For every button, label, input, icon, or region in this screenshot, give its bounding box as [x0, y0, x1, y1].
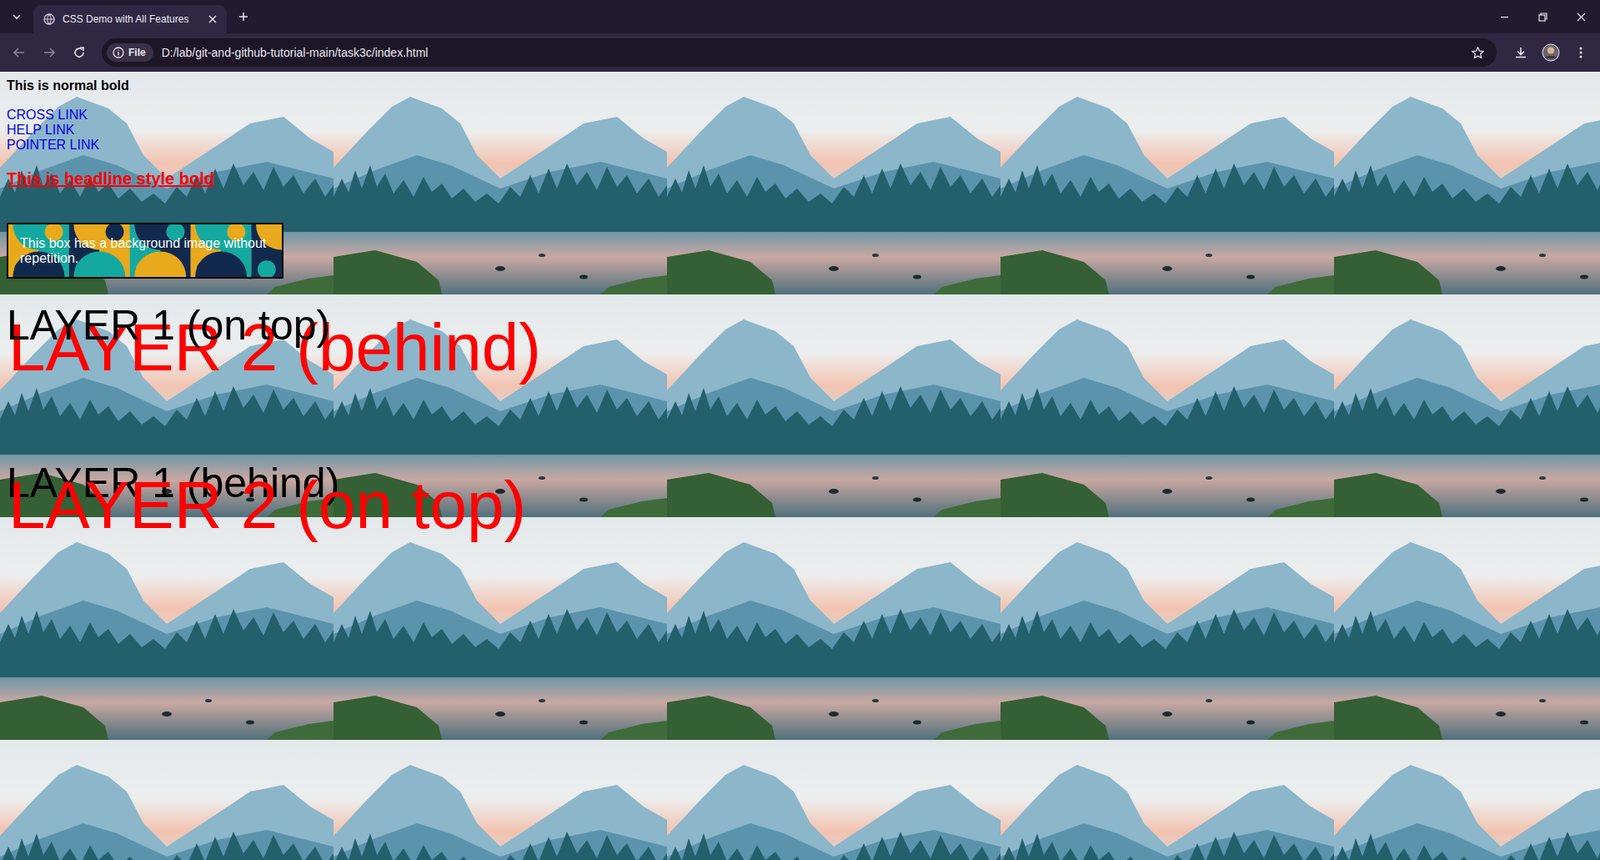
chevron-down-icon [11, 11, 22, 22]
download-icon [1514, 45, 1528, 60]
page-link[interactable]: CROSS LINK [6, 107, 88, 123]
landscape-photo-tile [1000, 71, 1335, 295]
landscape-photo-tile [1000, 516, 1335, 740]
profile-button[interactable] [1536, 38, 1565, 67]
page-content: This is normal bold CROSS LINKHELP LINKPO… [0, 71, 1600, 601]
normal-bold-text: This is normal bold [6, 78, 1594, 94]
box-text: This box has a background image without … [20, 235, 271, 266]
landscape-photo-tile [1334, 739, 1600, 860]
landscape-photo-tile [1334, 71, 1600, 295]
landscape-photo-tile [1334, 516, 1600, 740]
star-icon[interactable] [1470, 45, 1485, 61]
close-tab-icon[interactable] [208, 15, 217, 24]
plus-icon [238, 11, 249, 22]
landscape-photo-tile [333, 516, 668, 740]
browser-tab[interactable]: CSS Demo with All Features [33, 5, 227, 34]
landscape-photo-tile [667, 294, 1001, 517]
landscape-photo-tile [667, 71, 1001, 295]
layer-text: LAYER 2 (on top) [8, 466, 527, 544]
tab-search-button[interactable] [5, 5, 29, 29]
link-list: CROSS LINKHELP LINKPOINTER LINK [6, 107, 1594, 153]
web-page: This is normal bold CROSS LINKHELP LINKPO… [0, 71, 1600, 860]
downloads-button[interactable] [1506, 38, 1535, 67]
avatar-icon [1541, 43, 1560, 62]
browser-window: CSS Demo with All Features File D:/lab/git… [0, 0, 1600, 860]
page-link[interactable]: HELP LINK [6, 122, 76, 138]
background-image-box: This box has a background image without … [6, 222, 284, 279]
back-arrow-icon [12, 45, 26, 60]
menu-button[interactable] [1566, 38, 1595, 67]
toolbar: File D:/lab/git-and-github-tutorial-main/… [0, 33, 1600, 72]
layer-text: LAYER 1 (on top) [6, 300, 331, 350]
restore-button[interactable] [1523, 0, 1562, 34]
headline-text: This is headline style bold [6, 168, 1594, 189]
window-controls [1484, 0, 1600, 34]
landscape-photo-tile [0, 516, 334, 740]
reload-button[interactable] [65, 38, 94, 67]
minimize-icon [1499, 12, 1510, 22]
page-link[interactable]: POINTER LINK [6, 137, 100, 153]
landscape-photo-tile [667, 516, 1001, 740]
layer-demo: LAYER 1 (on top)LAYER 2 (behind) [6, 280, 1594, 437]
chip-label: File [128, 46, 146, 59]
landscape-photo-tile [333, 739, 668, 860]
address-bar[interactable]: File D:/lab/git-and-github-tutorial-main/… [101, 38, 1497, 67]
reload-icon [72, 45, 86, 60]
landscape-photo-tile [333, 71, 668, 295]
url-text: D:/lab/git-and-github-tutorial-main/task… [161, 45, 429, 60]
landscape-photo-tile [1334, 294, 1600, 517]
close-icon [1576, 12, 1586, 22]
back-button[interactable] [5, 38, 34, 67]
tab-title: CSS Demo with All Features [62, 13, 201, 26]
forward-arrow-icon [42, 45, 56, 60]
site-info-chip[interactable]: File [106, 43, 154, 62]
new-tab-button[interactable] [231, 5, 256, 29]
close-window-button[interactable] [1561, 0, 1600, 34]
minimize-button[interactable] [1484, 0, 1524, 34]
info-icon [112, 46, 125, 59]
tab-strip: CSS Demo with All Features [0, 0, 1600, 34]
landscape-photo-tile [1000, 739, 1335, 860]
forward-button[interactable] [35, 38, 64, 67]
globe-icon [43, 13, 56, 26]
landscape-photo-tile [1000, 294, 1335, 517]
restore-icon [1538, 12, 1548, 22]
layer-demo: LAYER 1 (behind)LAYER 2 (on top) [6, 437, 1594, 594]
kebab-menu-icon [1574, 45, 1588, 60]
landscape-photo-tile [667, 739, 1001, 860]
landscape-photo-tile [0, 739, 334, 860]
